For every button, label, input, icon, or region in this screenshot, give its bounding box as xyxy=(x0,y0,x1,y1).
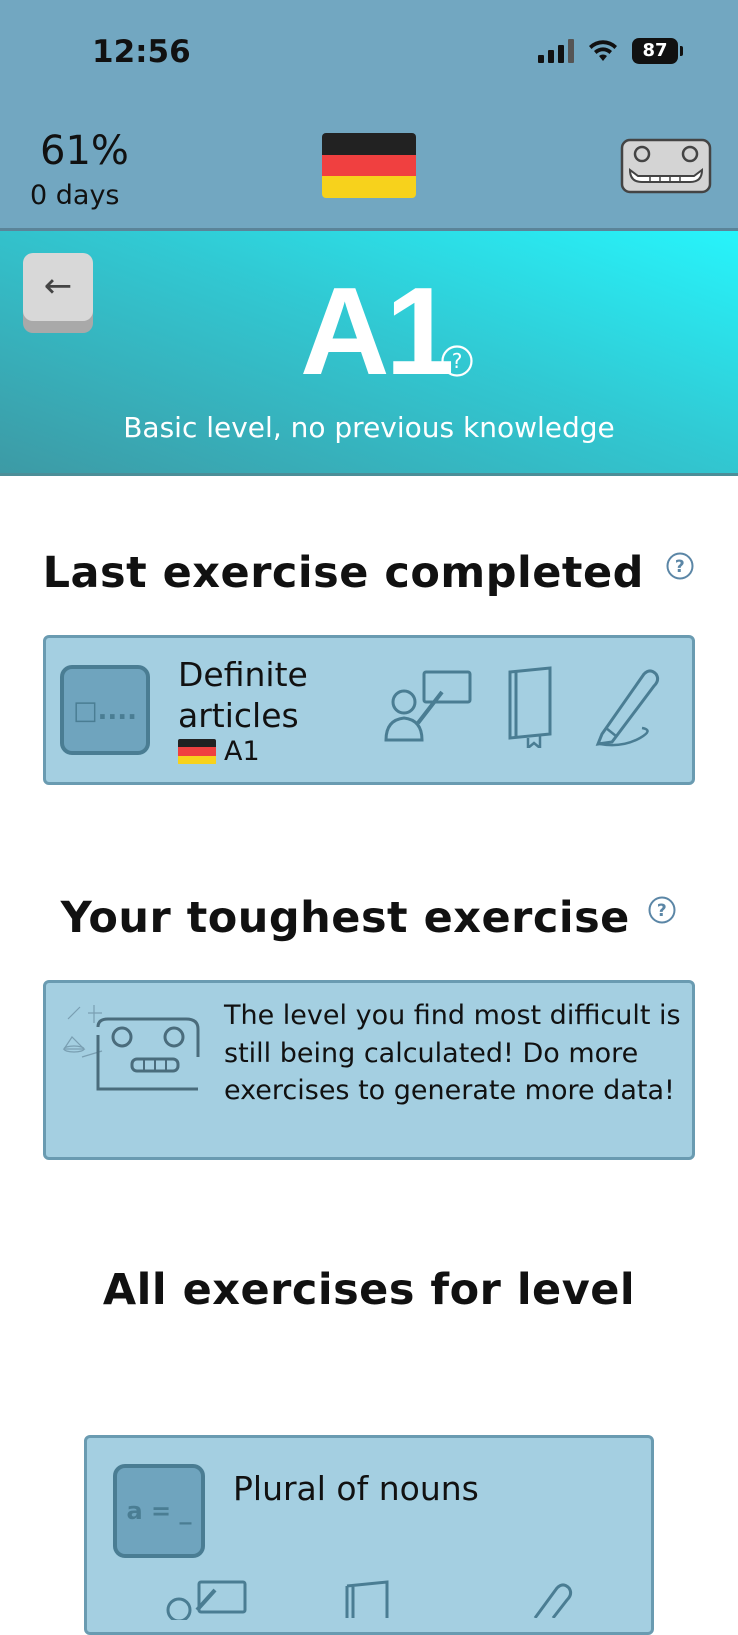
exercise-icon: □.... xyxy=(60,665,150,755)
battery-indicator: 87 xyxy=(632,38,683,64)
robot-mascot-icon[interactable] xyxy=(620,138,712,196)
progress-percent: 61% xyxy=(40,128,129,174)
all-exercises-heading: All exercises for level xyxy=(102,1265,636,1315)
exercise-title-line2: articles xyxy=(178,696,299,735)
status-time: 12:56 xyxy=(92,34,191,70)
last-exercise-heading: Last exercise completed ? xyxy=(0,548,738,598)
exercise-title: Plural of nouns xyxy=(233,1469,479,1508)
level-description: Basic level, no previous knowledge xyxy=(123,411,615,444)
exercise-level-tag: A1 xyxy=(178,736,260,767)
cellular-signal-icon xyxy=(538,39,574,63)
book-icon[interactable] xyxy=(339,1578,395,1618)
toughest-exercise-heading: Your toughest exercise ? xyxy=(0,893,738,943)
exercise-card[interactable]: a = _ Plural of nouns xyxy=(84,1435,654,1635)
svg-text:?: ? xyxy=(452,349,463,373)
help-icon[interactable]: ? xyxy=(647,895,677,925)
exercise-icon: a = _ xyxy=(113,1464,205,1558)
book-icon[interactable] xyxy=(502,664,558,748)
teacher-icon[interactable] xyxy=(382,668,476,744)
top-header: 12:56 87 61% 0 days xyxy=(0,0,738,231)
toughest-exercise-card: The level you find most difficult is sti… xyxy=(43,980,695,1160)
toughest-heading-text: Your toughest exercise xyxy=(60,893,630,943)
thinking-robot-icon xyxy=(62,1005,200,1091)
pencil-icon[interactable] xyxy=(592,664,666,748)
germany-flag-icon[interactable] xyxy=(322,133,416,198)
last-exercise-card[interactable]: □.... Definite articles A1 xyxy=(43,635,695,785)
streak-days: 0 days xyxy=(30,180,120,211)
toughest-message: The level you find most difficult is sti… xyxy=(224,1000,681,1106)
germany-flag-icon xyxy=(178,738,216,765)
status-icons: 87 xyxy=(538,38,683,64)
help-icon[interactable]: ? xyxy=(665,551,695,581)
back-button[interactable]: ← xyxy=(23,253,93,321)
teacher-icon[interactable] xyxy=(157,1580,251,1620)
level-banner: ← A1 ? Basic level, no previous knowledg… xyxy=(0,231,738,476)
last-exercise-heading-text: Last exercise completed xyxy=(42,548,644,598)
svg-text:?: ? xyxy=(657,901,667,921)
level-title: A1 xyxy=(300,263,455,401)
help-icon[interactable]: ? xyxy=(440,344,474,378)
wifi-icon xyxy=(589,40,617,61)
pencil-icon[interactable] xyxy=(505,1578,579,1618)
exercise-level: A1 xyxy=(224,736,260,767)
exercise-title-line1: Definite xyxy=(178,655,308,694)
svg-text:?: ? xyxy=(675,557,685,577)
